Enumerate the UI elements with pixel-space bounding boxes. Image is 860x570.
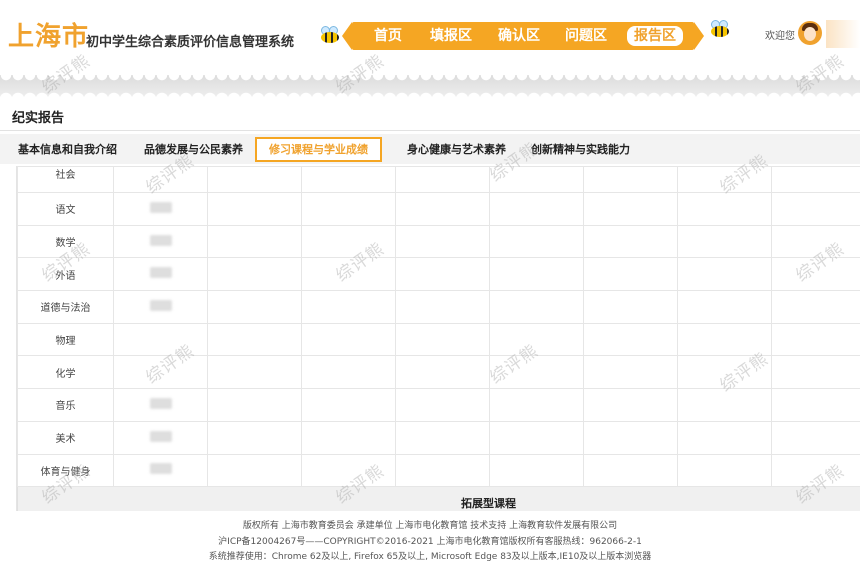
subject-label: 化学: [17, 355, 114, 390]
header: 上海市 初中学生综合素质评价信息管理系统 首页 填报区 确认区 问题区 报告区 …: [0, 0, 860, 75]
extended-courses-header: 拓展型课程: [17, 486, 860, 511]
redacted-value: [149, 201, 172, 213]
user-avatar[interactable]: [798, 21, 822, 45]
tab-health-arts[interactable]: 身心健康与艺术素养: [407, 137, 506, 162]
table-row: 化学: [17, 355, 860, 390]
wave-divider: [0, 75, 860, 97]
system-title: 初中学生综合素质评价信息管理系统: [86, 35, 295, 50]
subject-label: 物理: [17, 322, 114, 357]
subject-label: 音乐: [17, 388, 114, 422]
nav-fill[interactable]: 填报区: [430, 26, 472, 46]
logo: 上海市: [8, 22, 90, 52]
main-nav: 首页 填报区 确认区 问题区 报告区: [342, 22, 704, 50]
subject-label: 美术: [17, 420, 114, 455]
subject-label: 数学: [17, 224, 114, 259]
tab-moral[interactable]: 品德发展与公民素养: [144, 137, 243, 162]
subject-label: 社会: [55, 170, 76, 181]
subject-label: 外语: [17, 257, 114, 292]
section-divider: [0, 130, 860, 131]
tab-courses[interactable]: 修习课程与学业成绩: [255, 137, 382, 162]
footer: 版权所有 上海市教育委员会 承建单位 上海市电化教育馆 技术支持 上海教育软件发…: [0, 511, 860, 570]
welcome-text: 欢迎您: [765, 31, 795, 42]
table-row: 体育与健身: [17, 453, 860, 488]
footer-copyright: 版权所有 上海市教育委员会 承建单位 上海市电化教育馆 技术支持 上海教育软件发…: [242, 521, 618, 531]
redacted-value: [149, 234, 172, 246]
page-title: 纪实报告: [12, 111, 65, 126]
table-row: 物理: [17, 322, 860, 357]
table-row: 美术: [17, 420, 860, 455]
header-decoration: [826, 20, 860, 48]
grades-table: 社会 语文 数学 外语 道德与法治 物理 化学 音乐 美术 体育与健身 拓展型课…: [16, 166, 860, 511]
nav-confirm[interactable]: 确认区: [498, 26, 540, 46]
table-row: 道德与法治: [17, 290, 860, 324]
subject-label: 语文: [17, 192, 114, 226]
nav-issues[interactable]: 问题区: [565, 26, 607, 46]
footer-icp: 沪ICP备12004267号——COPYRIGHT©2016-2021 上海市电…: [218, 536, 642, 547]
bee-left-icon: [318, 26, 342, 44]
redacted-value: [149, 430, 172, 442]
table-row: 外语: [17, 257, 860, 292]
footer-browser-note: 系统推荐使用：Chrome 62及以上, Firefox 65及以上, Micr…: [208, 552, 652, 562]
tab-innovation[interactable]: 创新精神与实践能力: [531, 137, 630, 162]
redacted-value: [149, 267, 172, 279]
table-section-header: 拓展型课程: [17, 486, 860, 511]
redacted-value: [149, 397, 172, 409]
redacted-value: [149, 299, 172, 311]
subject-label: 体育与健身: [17, 453, 114, 488]
table-row: 社会: [17, 166, 860, 193]
table-row: 数学: [17, 224, 860, 259]
tab-basic-info[interactable]: 基本信息和自我介绍: [18, 137, 117, 162]
report-tabs: 基本信息和自我介绍 品德发展与公民素养 修习课程与学业成绩 身心健康与艺术素养 …: [0, 134, 860, 164]
bee-right-icon: [708, 20, 732, 38]
table-row: 音乐: [17, 388, 860, 422]
subject-label: 道德与法治: [17, 290, 114, 324]
nav-home[interactable]: 首页: [374, 26, 402, 46]
nav-report[interactable]: 报告区: [627, 26, 683, 46]
redacted-value: [149, 463, 172, 475]
table-row: 语文: [17, 192, 860, 226]
